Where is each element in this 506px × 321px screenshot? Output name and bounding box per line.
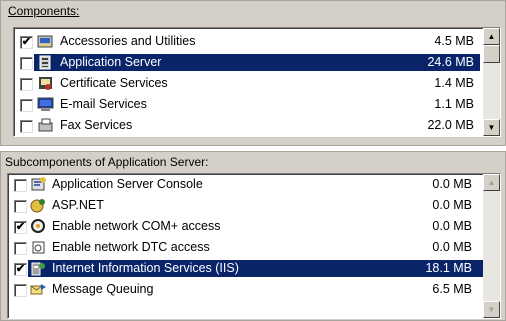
subcomponent-item-message-queuing[interactable]: Message Queuing 6.5 MB	[8, 279, 500, 300]
checkbox[interactable]: ✔	[14, 221, 27, 234]
subcomponent-size: 18.1 MB	[425, 261, 472, 275]
subcomponent-item-com-plus[interactable]: ✔ Enable network COM+ access 0.0 MB	[8, 216, 500, 237]
subcomponents-list[interactable]: Application Server Console 0.0 MB ASP.NE…	[7, 173, 501, 319]
subcomponent-size: 0.0 MB	[432, 240, 472, 254]
component-item-email-services[interactable]: E-mail Services 1.1 MB	[14, 94, 500, 115]
checkbox[interactable]	[14, 242, 27, 255]
component-item-certificate-services[interactable]: Certificate Services 1.4 MB	[14, 73, 500, 94]
checkbox[interactable]: ✔	[14, 263, 27, 276]
components-label-text: Components:	[8, 4, 80, 18]
checkbox[interactable]	[20, 120, 33, 133]
checkbox[interactable]	[20, 99, 33, 112]
scroll-down-button[interactable]: ▼	[483, 119, 500, 136]
components-scrollbar[interactable]: ▲ ▼	[483, 28, 500, 136]
com-plus-icon	[30, 218, 47, 235]
subcomponent-size: 6.5 MB	[432, 282, 472, 296]
subcomponent-label: Application Server Console	[52, 177, 203, 191]
component-size: 1.1 MB	[434, 97, 474, 111]
dtc-icon	[30, 239, 47, 256]
component-item-accessories[interactable]: ✔ Accessories and Utilities 4.5 MB	[14, 31, 500, 52]
iis-icon	[30, 260, 47, 277]
component-label: Application Server	[60, 55, 162, 69]
subcomponents-panel: Subcomponents of Application Server: App…	[0, 151, 506, 321]
subcomponent-size: 0.0 MB	[432, 219, 472, 233]
subcomponent-label: Message Queuing	[52, 282, 154, 296]
email-services-icon	[37, 96, 54, 113]
component-label: Fax Services	[60, 118, 133, 132]
subcomponent-item-dtc[interactable]: Enable network DTC access 0.0 MB	[8, 237, 500, 258]
component-item-fax-services[interactable]: Fax Services 22.0 MB	[14, 115, 500, 136]
checkbox[interactable]	[20, 57, 33, 70]
subcomponent-label: Internet Information Services (IIS)	[52, 261, 239, 275]
subcomponents-label: Subcomponents of Application Server:	[5, 155, 209, 169]
subcomponent-item-app-server-console[interactable]: Application Server Console 0.0 MB	[8, 174, 500, 195]
subcomponent-size: 0.0 MB	[432, 198, 472, 212]
subcomponent-size: 0.0 MB	[432, 177, 472, 191]
component-size: 1.4 MB	[434, 76, 474, 90]
component-label: Certificate Services	[60, 76, 168, 90]
component-size: 4.5 MB	[434, 34, 474, 48]
subcomponent-label: Enable network DTC access	[52, 240, 210, 254]
components-list[interactable]: ✔ Accessories and Utilities 4.5 MB Appli…	[13, 27, 501, 137]
scroll-thumb[interactable]	[483, 45, 500, 63]
scroll-up-button[interactable]: ▲	[483, 28, 500, 45]
component-size: 24.6 MB	[427, 55, 474, 69]
accessories-icon	[37, 33, 54, 50]
checkbox[interactable]	[14, 200, 27, 213]
checkbox[interactable]	[14, 284, 27, 297]
components-panel: Components: ✔ Accessories and Utilities …	[0, 0, 506, 146]
component-item-application-server[interactable]: Application Server 24.6 MB	[14, 52, 500, 73]
checkbox[interactable]: ✔	[20, 36, 33, 49]
checkbox[interactable]	[14, 179, 27, 192]
aspnet-icon	[30, 197, 47, 214]
certificate-icon	[37, 75, 54, 92]
component-label: Accessories and Utilities	[60, 34, 196, 48]
subcomponents-scrollbar[interactable]: ▲ ▼	[483, 174, 500, 318]
subcomponent-item-aspnet[interactable]: ASP.NET 0.0 MB	[8, 195, 500, 216]
fax-icon	[37, 117, 54, 134]
subcomponent-label: ASP.NET	[52, 198, 104, 212]
message-queuing-icon	[30, 281, 47, 298]
scroll-down-button[interactable]: ▼	[483, 301, 500, 318]
components-label: Components:	[8, 4, 79, 18]
checkbox[interactable]	[20, 78, 33, 91]
component-label: E-mail Services	[60, 97, 147, 111]
subcomponent-item-iis[interactable]: ✔ Internet Information Services (IIS) 18…	[8, 258, 500, 279]
component-size: 22.0 MB	[427, 118, 474, 132]
console-icon	[30, 176, 47, 193]
scroll-up-button[interactable]: ▲	[483, 174, 500, 191]
application-server-icon	[37, 54, 54, 71]
subcomponent-label: Enable network COM+ access	[52, 219, 221, 233]
